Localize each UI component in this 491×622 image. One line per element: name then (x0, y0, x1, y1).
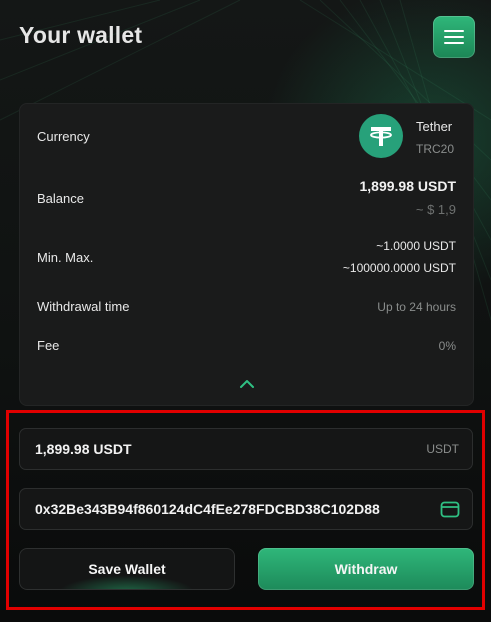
hamburger-menu-icon (444, 30, 464, 44)
collapse-button[interactable] (237, 377, 257, 391)
limits-label: Min. Max. (37, 250, 94, 265)
withdrawal-time-value: Up to 24 hours (377, 300, 456, 314)
withdraw-button[interactable]: Withdraw (258, 548, 474, 590)
currency-name: Tether (416, 119, 453, 134)
currency-label: Currency (37, 129, 90, 144)
wallet-icon[interactable] (439, 498, 461, 520)
withdrawal-time-label: Withdrawal time (37, 299, 130, 314)
wallet-address-input[interactable]: 0x32Be343B94f860124dC4fEe278FDCBD38C102D… (19, 488, 473, 530)
limit-max: ~100000.0000 USDT (342, 261, 456, 275)
balance-value: 1,899.98 USDT (359, 178, 457, 194)
save-wallet-button[interactable]: Save Wallet (19, 548, 235, 590)
limit-min: ~1.0000 USDT (376, 239, 456, 253)
page-title: Your wallet (19, 22, 143, 48)
withdrawal-details-card: Currency Tether TRC20 Balance 1,899.98 U… (19, 103, 474, 406)
tether-logo-icon (359, 114, 403, 158)
chevron-up-icon (240, 380, 254, 388)
balance-approx: ~ $ 1,9 (415, 202, 456, 217)
wallet-screen: Your wallet Currency Tether TRC20 Balanc… (0, 0, 491, 622)
menu-button[interactable] (433, 16, 475, 58)
currency-network: TRC20 (416, 142, 455, 156)
balance-label: Balance (37, 191, 84, 206)
amount-unit: USDT (426, 442, 459, 456)
fee-label: Fee (37, 338, 60, 353)
amount-value: 1,899.98 USDT (35, 441, 132, 457)
fee-value: 0% (438, 339, 456, 353)
wallet-address-value: 0x32Be343B94f860124dC4fEe278FDCBD38C102D… (35, 501, 380, 517)
amount-input[interactable]: 1,899.98 USDT USDT (19, 428, 473, 470)
